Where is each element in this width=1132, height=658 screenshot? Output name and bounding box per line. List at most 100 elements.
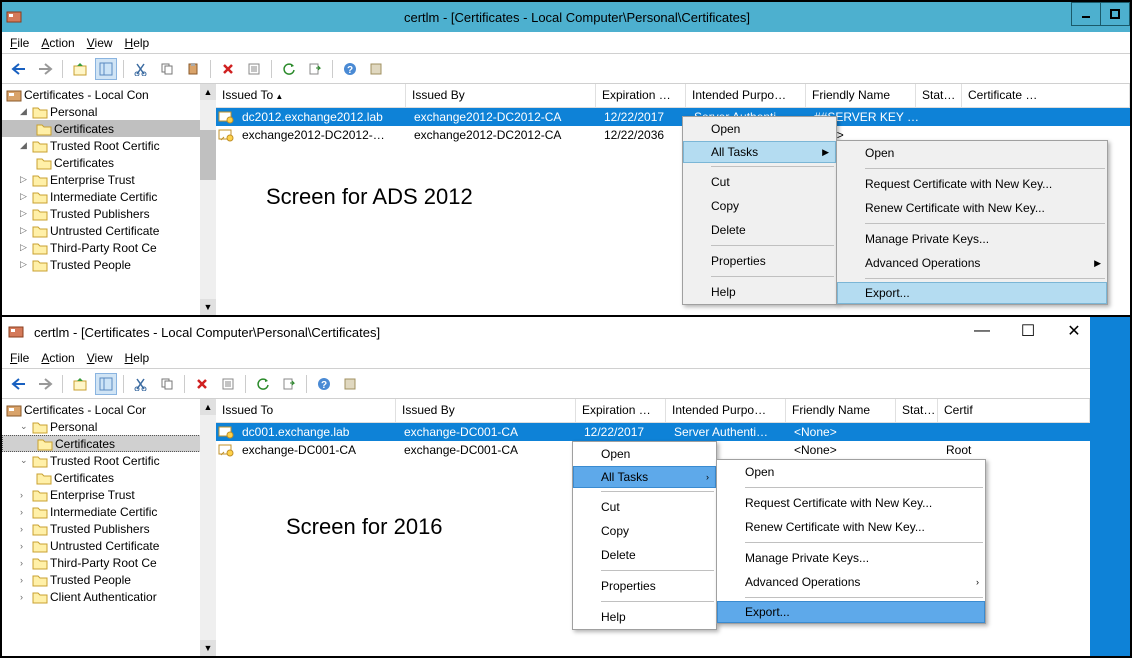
forward-button[interactable] [34,58,56,80]
col-issued-by[interactable]: Issued By [406,84,596,107]
forward-button[interactable] [34,373,56,395]
tree-intermediate[interactable]: ▷Intermediate Certific [2,188,215,205]
cut-button[interactable] [130,58,152,80]
back-button[interactable] [8,58,30,80]
tree-trusted-root[interactable]: ◢Trusted Root Certific [2,137,215,154]
tree-personal[interactable]: ◢Personal [2,103,215,120]
ctx-delete[interactable]: Delete [683,218,836,242]
cut-button[interactable] [130,373,152,395]
paste-button[interactable] [182,58,204,80]
menu-file[interactable]: File [10,36,29,50]
ctx-help[interactable]: Help [683,280,836,304]
sub-advanced[interactable]: Advanced Operations▶ [837,251,1107,275]
properties-button[interactable] [217,373,239,395]
title-bar[interactable]: certlm - [Certificates - Local Computer\… [2,317,1090,347]
export-list-button[interactable] [304,58,326,80]
list-row[interactable]: dc001.exchange.lab exchange-DC001-CA 12/… [216,423,1090,441]
col-friendly[interactable]: Friendly Name [806,84,916,107]
menu-action[interactable]: Action [41,351,74,365]
col-template[interactable]: Certificate … [962,84,1130,107]
sub-advanced[interactable]: Advanced Operations› [717,570,985,594]
ctx-properties[interactable]: Properties [573,574,716,598]
tree-root[interactable]: Certificates - Local Cor [2,401,215,418]
menu-view[interactable]: View [87,36,113,50]
maximize-button[interactable] [1100,2,1130,26]
scroll-down-icon[interactable]: ▼ [200,299,216,315]
tree-enterprise[interactable]: ▷Enterprise Trust [2,171,215,188]
tree-enterprise[interactable]: ›Enterprise Trust [2,486,215,503]
tree-trusted-people[interactable]: ▷Trusted People [2,256,215,273]
scroll-up-icon[interactable]: ▲ [200,399,216,415]
refresh-button[interactable] [252,373,274,395]
maximize-button[interactable]: ☐ [1018,321,1038,341]
col-friendly[interactable]: Friendly Name [786,399,896,422]
up-button[interactable] [69,373,91,395]
tree-trusted-pub[interactable]: ›Trusted Publishers [2,520,215,537]
sub-manage-keys[interactable]: Manage Private Keys... [837,227,1107,251]
back-button[interactable] [8,373,30,395]
options-button[interactable] [339,373,361,395]
menu-help[interactable]: Help [125,36,150,50]
sub-request-cert[interactable]: Request Certificate with New Key... [837,172,1107,196]
col-template[interactable]: Certif [938,399,1090,422]
ctx-help[interactable]: Help [573,605,716,629]
tree-personal-certs[interactable]: Certificates [2,120,215,137]
help-button[interactable]: ? [313,373,335,395]
minimize-button[interactable] [1071,2,1101,26]
col-expiration[interactable]: Expiration … [596,84,686,107]
help-button[interactable]: ? [339,58,361,80]
list-row[interactable]: dc2012.exchange2012.lab exchange2012-DC2… [216,108,1130,126]
tree-personal-certs[interactable]: Certificates [2,435,215,452]
sub-renew-cert[interactable]: Renew Certificate with New Key... [837,196,1107,220]
col-status[interactable]: Stat… [896,399,938,422]
ctx-copy[interactable]: Copy [573,519,716,543]
sub-export[interactable]: Export... [717,601,985,623]
ctx-cut[interactable]: Cut [683,170,836,194]
col-issued-by[interactable]: Issued By [396,399,576,422]
tree-intermediate[interactable]: ›Intermediate Certific [2,503,215,520]
ctx-copy[interactable]: Copy [683,194,836,218]
tree-trusted-root-certs[interactable]: Certificates [2,469,215,486]
scroll-up-icon[interactable]: ▲ [200,84,216,100]
delete-button[interactable] [191,373,213,395]
export-list-button[interactable] [278,373,300,395]
show-hide-tree-button[interactable] [95,58,117,80]
minimize-button[interactable]: — [972,321,992,341]
tree-trusted-root[interactable]: ⌄Trusted Root Certific [2,452,215,469]
tree-untrusted[interactable]: ›Untrusted Certificate [2,537,215,554]
up-button[interactable] [69,58,91,80]
tree-trusted-people[interactable]: ›Trusted People [2,571,215,588]
tree-third-party[interactable]: ▷Third-Party Root Ce [2,239,215,256]
copy-button[interactable] [156,58,178,80]
ctx-all-tasks[interactable]: All Tasks› [573,466,716,488]
copy-button[interactable] [156,373,178,395]
col-purpose[interactable]: Intended Purpo… [666,399,786,422]
show-hide-tree-button[interactable] [95,373,117,395]
sub-open[interactable]: Open [837,141,1107,165]
tree-scrollbar[interactable]: ▲ ▼ [200,84,216,315]
menu-file[interactable]: File [10,351,29,365]
delete-button[interactable] [217,58,239,80]
refresh-button[interactable] [278,58,300,80]
tree-third-party[interactable]: ›Third-Party Root Ce [2,554,215,571]
ctx-properties[interactable]: Properties [683,249,836,273]
tree-root[interactable]: Certificates - Local Con [2,86,215,103]
col-issued-to[interactable]: Issued To [216,399,396,422]
menu-action[interactable]: Action [41,36,74,50]
sub-open[interactable]: Open [717,460,985,484]
col-expiration[interactable]: Expiration … [576,399,666,422]
sub-manage-keys[interactable]: Manage Private Keys... [717,546,985,570]
properties-button[interactable] [243,58,265,80]
col-purpose[interactable]: Intended Purpo… [686,84,806,107]
tree-client-auth[interactable]: ›Client Authenticatior [2,588,215,605]
tree-trusted-root-certs[interactable]: Certificates [2,154,215,171]
sub-request-cert[interactable]: Request Certificate with New Key... [717,491,985,515]
ctx-open[interactable]: Open [683,117,836,141]
ctx-delete[interactable]: Delete [573,543,716,567]
title-bar[interactable]: certlm - [Certificates - Local Computer\… [2,2,1130,32]
tree-trusted-pub[interactable]: ▷Trusted Publishers [2,205,215,222]
menu-view[interactable]: View [87,351,113,365]
col-status[interactable]: Stat… [916,84,962,107]
col-issued-to[interactable]: Issued To [216,84,406,107]
close-button[interactable]: ✕ [1064,321,1084,341]
